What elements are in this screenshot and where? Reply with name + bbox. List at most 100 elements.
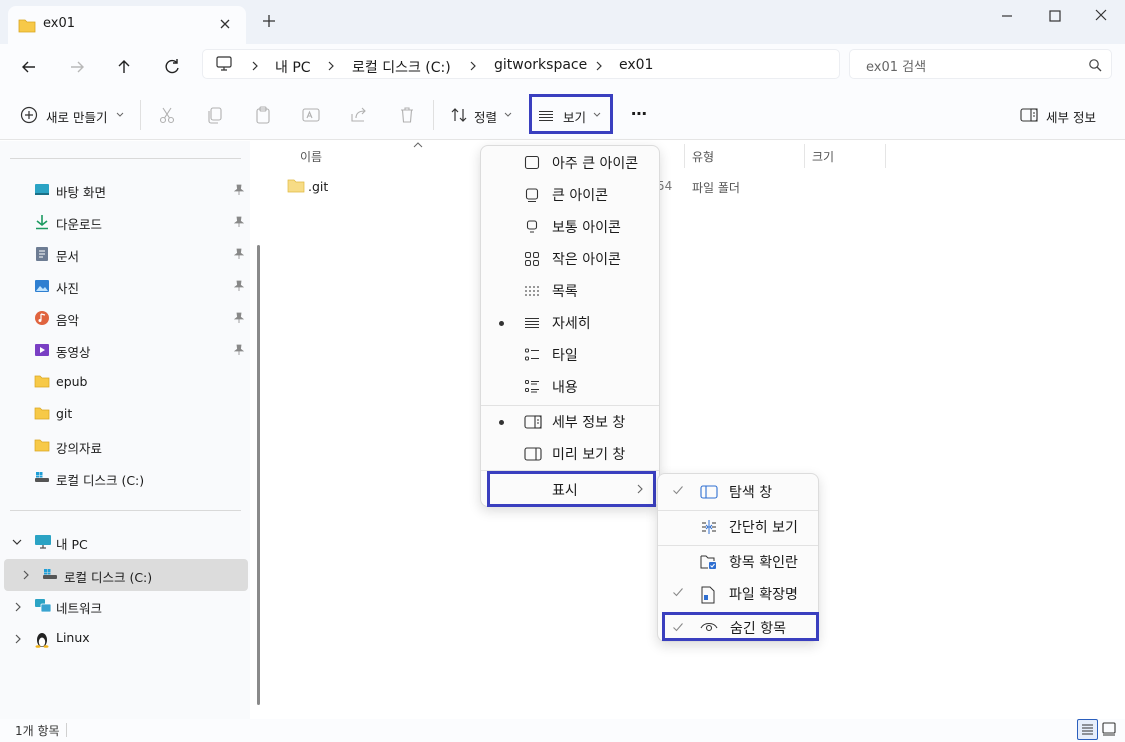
search-box[interactable]: ex01 검색 (849, 49, 1112, 79)
menu-item-item-checkboxes[interactable]: 항목 확인란 (658, 546, 818, 578)
tree-item-network[interactable]: 네트워크 (0, 591, 250, 621)
details-view-toggle-icon[interactable] (1077, 719, 1098, 740)
menu-item-details[interactable]: 자세히 (481, 307, 659, 339)
checkmark-icon (672, 621, 684, 633)
menu-item-navigation-pane[interactable]: 탐색 창 (658, 476, 818, 508)
address-bar[interactable]: 내 PC 로컬 디스크 (C:) gitworkspace ex01 (202, 49, 840, 79)
document-icon (34, 246, 50, 262)
column-header-name[interactable]: 이름 (300, 148, 322, 165)
sidebar-label: epub (56, 374, 88, 389)
breadcrumb-my-pc[interactable]: 내 PC (275, 57, 311, 77)
column-header-size[interactable]: 크기 (812, 148, 834, 165)
sidebar-item-git[interactable]: git (0, 399, 250, 429)
menu-item-details-pane[interactable]: 세부 정보 창 (481, 406, 659, 438)
tree-item-linux[interactable]: Linux (0, 623, 250, 653)
sort-button[interactable]: 정렬 (450, 105, 514, 125)
menu-item-label: 보통 아이콘 (552, 220, 621, 236)
sidebar-item-downloads[interactable]: 다운로드 (0, 207, 250, 237)
close-tab-icon[interactable] (218, 17, 232, 31)
sidebar-item-epub[interactable]: epub (0, 367, 250, 397)
pictures-icon (34, 278, 50, 294)
search-icon[interactable] (1088, 58, 1102, 72)
menu-item-label: 미리 보기 창 (552, 447, 626, 463)
divider (66, 723, 67, 737)
column-divider (804, 144, 805, 168)
chevron-right-icon[interactable] (14, 602, 22, 612)
menu-item-large-icons[interactable]: 큰 아이콘 (481, 179, 659, 211)
new-button[interactable]: 새로 만들기 (20, 105, 130, 125)
sidebar-item-music[interactable]: 음악 (0, 303, 250, 333)
pc-icon (34, 534, 52, 550)
tab-ex01[interactable]: ex01 (8, 6, 246, 44)
folder-icon (34, 374, 50, 388)
up-arrow-icon[interactable] (113, 56, 135, 78)
computer-icon (215, 56, 233, 72)
sidebar-item-videos[interactable]: 동영상 (0, 335, 250, 365)
details-pane-button[interactable]: 세부 정보 (1020, 105, 1110, 125)
breadcrumb-ex01[interactable]: ex01 (619, 57, 653, 73)
breadcrumb-gitworkspace[interactable]: gitworkspace (494, 57, 587, 73)
sidebar-item-lecture-materials[interactable]: 강의자료 (0, 431, 250, 461)
menu-item-list[interactable]: 목록 (481, 275, 659, 307)
menu-item-show[interactable]: 표시 (487, 471, 656, 507)
menu-item-preview-pane[interactable]: 미리 보기 창 (481, 438, 659, 470)
chevron-right-icon[interactable] (22, 570, 30, 580)
menu-item-file-extensions[interactable]: 파일 확장명 (658, 578, 818, 610)
rename-icon[interactable] (301, 105, 321, 125)
share-icon[interactable] (349, 105, 369, 125)
delete-icon[interactable] (397, 105, 417, 125)
tab-title: ex01 (43, 16, 76, 31)
chevron-right-icon[interactable] (14, 634, 22, 644)
pin-icon[interactable] (234, 280, 244, 292)
cut-icon[interactable] (157, 105, 177, 125)
column-header-type[interactable]: 유형 (692, 148, 714, 165)
menu-item-hidden-items[interactable]: 숨긴 항목 (662, 612, 819, 641)
minimize-icon[interactable] (992, 6, 1022, 26)
forward-arrow-icon[interactable] (66, 56, 88, 78)
divider (10, 158, 241, 159)
refresh-icon[interactable] (161, 56, 183, 78)
view-label: 보기 (563, 110, 587, 125)
sidebar-item-desktop[interactable]: 바탕 화면 (0, 175, 250, 205)
pin-icon[interactable] (234, 344, 244, 356)
chevron-right-icon (469, 61, 477, 71)
small-icons-icon (524, 251, 540, 267)
sidebar-label: git (56, 406, 73, 421)
menu-item-small-icons[interactable]: 작은 아이콘 (481, 243, 659, 275)
paste-icon[interactable] (253, 105, 273, 125)
menu-item-label: 간단히 보기 (729, 520, 798, 536)
pin-icon[interactable] (234, 312, 244, 324)
list-icon (524, 283, 540, 299)
folder-icon (34, 406, 50, 420)
compact-view-icon (700, 519, 718, 535)
sidebar-item-pictures[interactable]: 사진 (0, 271, 250, 301)
view-button[interactable]: 보기 (529, 94, 613, 134)
chevron-down-icon[interactable] (12, 538, 22, 546)
menu-item-medium-icons[interactable]: 보통 아이콘 (481, 211, 659, 243)
pin-icon[interactable] (234, 248, 244, 260)
sidebar-item-local-disk[interactable]: 로컬 디스크 (C:) (0, 463, 250, 493)
pin-icon[interactable] (234, 184, 244, 196)
column-divider (885, 144, 886, 168)
tree-item-local-disk[interactable]: 로컬 디스크 (C:) (4, 559, 248, 591)
close-window-icon[interactable] (1086, 6, 1116, 26)
large-icons-view-toggle-icon[interactable] (1101, 721, 1117, 737)
tree-item-my-pc[interactable]: 내 PC (0, 527, 250, 557)
breadcrumb-local-disk[interactable]: 로컬 디스크 (C:) (352, 57, 451, 77)
show-submenu: 탐색 창 간단히 보기 항목 확인란 파일 확장명 숨긴 항목 (657, 473, 819, 642)
menu-item-extra-large-icons[interactable]: 아주 큰 아이콘 (481, 147, 659, 179)
divider (140, 100, 141, 130)
menu-item-compact-view[interactable]: 간단히 보기 (658, 511, 818, 543)
navigation-scrollbar[interactable] (257, 245, 260, 705)
menu-item-content[interactable]: 내용 (481, 371, 659, 403)
pin-icon[interactable] (234, 216, 244, 228)
menu-item-tiles[interactable]: 타일 (481, 339, 659, 371)
back-arrow-icon[interactable] (18, 56, 40, 78)
maximize-icon[interactable] (1040, 6, 1070, 26)
copy-icon[interactable] (205, 105, 225, 125)
more-options-button[interactable]: ⋯ (631, 104, 648, 123)
search-input[interactable]: ex01 검색 (866, 56, 926, 75)
new-tab-button[interactable] (262, 14, 276, 28)
sidebar-item-documents[interactable]: 문서 (0, 239, 250, 269)
sidebar-label: 강의자료 (56, 441, 103, 456)
